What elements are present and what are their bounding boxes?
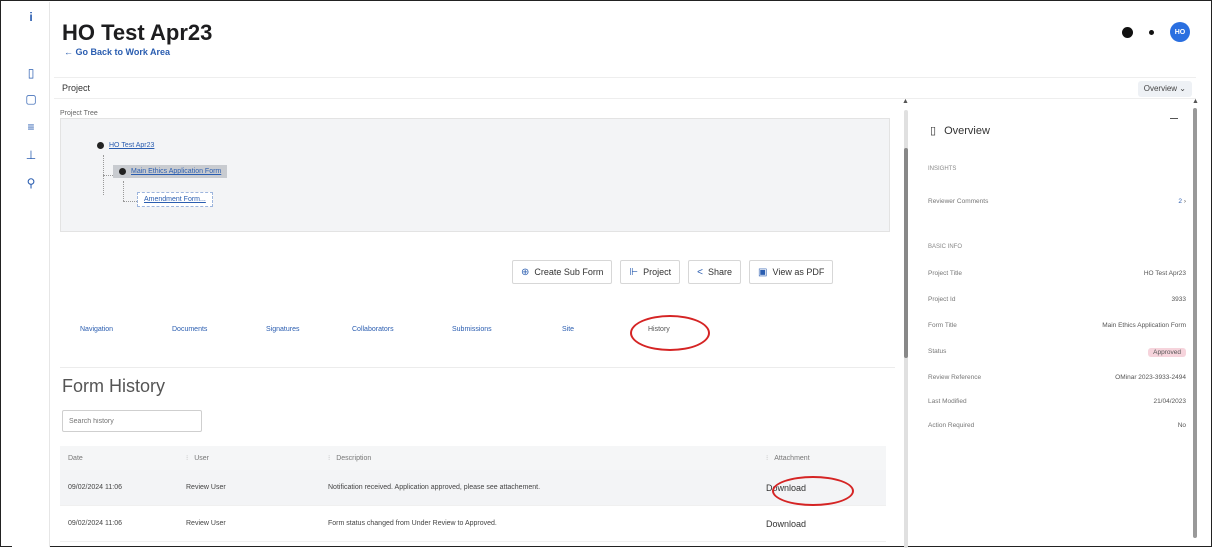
document-icon: ▯ (930, 125, 937, 137)
row-date: 09/02/2024 11:06 (68, 520, 122, 527)
table-header: Date ⁝ User ⁝ Description ⁝ Attachment (60, 446, 886, 470)
project-button[interactable]: ⊩ Project (620, 260, 681, 284)
column-user[interactable]: ⁝ User (172, 454, 314, 462)
tab-submissions[interactable]: Submissions (452, 326, 492, 333)
status-badge: Approved (1148, 348, 1186, 357)
tab-documents[interactable]: Documents (172, 326, 207, 333)
last-modified-row: Last Modified 21/04/2023 (928, 398, 1186, 405)
column-separator: ⁝ (328, 455, 331, 462)
project-title-row: Project Title HO Test Apr23 (928, 270, 1186, 277)
panel-scroll-up-arrow-icon[interactable]: ▲ (1192, 98, 1199, 105)
plus-circle-icon: ⊕ (521, 266, 530, 278)
pdf-icon: ▣ (758, 266, 768, 278)
table-row: 09/02/2024 11:06 Review User Notificatio… (60, 470, 886, 506)
row-user: Review User (186, 484, 226, 491)
row-description: Form status changed from Under Review to… (328, 520, 497, 527)
insights-label: INSIGHTS (928, 166, 957, 172)
tree-node-project[interactable]: HO Test Apr23 (97, 142, 154, 149)
hierarchy-icon: ⊩ (629, 266, 639, 278)
help-icon[interactable] (1122, 26, 1133, 38)
row-date: 09/02/2024 11:06 (68, 484, 122, 491)
main-scrollbar-thumb[interactable] (904, 148, 908, 358)
tab-project[interactable]: Project (62, 83, 90, 93)
create-sub-form-button[interactable]: ⊕ Create Sub Form (512, 260, 613, 284)
status-row: Status Approved (928, 348, 1186, 357)
highlight-oval-download (772, 476, 854, 506)
avatar[interactable]: HO (1170, 22, 1190, 42)
tab-navigation[interactable]: Navigation (80, 326, 113, 333)
project-tree-label: Project Tree (60, 110, 98, 117)
chart-icon[interactable]: ⊥ (24, 148, 38, 162)
reviewer-comments-row[interactable]: Reviewer Comments 2 › (928, 198, 1186, 205)
tab-signatures[interactable]: Signatures (266, 326, 299, 333)
left-sidebar: i ▯ ▢ ≡ ⊥ ⚲ (12, 2, 50, 547)
project-bar: Project Overview ⌄ (54, 77, 1196, 99)
column-attachment[interactable]: ⁝ Attachment (744, 454, 886, 462)
download-button[interactable]: Download (766, 519, 806, 529)
form-history-title: Form History (62, 376, 165, 396)
tree-node-amendment-form[interactable]: Amendment Form... (137, 192, 213, 207)
top-icons: HO (1122, 22, 1190, 42)
tab-collaborators[interactable]: Collaborators (352, 326, 394, 333)
row-user: Review User (186, 520, 226, 527)
overview-panel: ▯ Overview INSIGHTS Reviewer Comments 2 ›… (918, 100, 1188, 547)
minimize-icon[interactable] (1170, 118, 1178, 119)
project-id-row: Project Id 3933 (928, 296, 1186, 303)
node-bullet-icon (119, 168, 126, 175)
tree-connector (123, 201, 137, 202)
clipboard-icon[interactable]: ▢ (24, 92, 38, 106)
reviewer-comments-count: 2 (1178, 198, 1183, 205)
tree-connector (123, 181, 124, 201)
panel-scrollbar-thumb[interactable] (1193, 108, 1197, 538)
info-icon[interactable]: i (24, 10, 38, 24)
row-description: Notification received. Application appro… (328, 484, 541, 491)
notification-icon[interactable] (1149, 29, 1154, 35)
column-date[interactable]: Date (60, 455, 172, 462)
action-required-row: Action Required No (928, 422, 1186, 429)
link-icon[interactable]: ⚲ (24, 176, 38, 190)
chevron-right-icon: › (1183, 198, 1186, 205)
form-title-row: Form Title Main Ethics Application Form (928, 322, 1186, 329)
basic-info-label: BASIC INFO (928, 244, 963, 250)
view-as-pdf-button[interactable]: ▣ View as PDF (749, 260, 834, 284)
share-button[interactable]: < Share (688, 260, 742, 284)
share-icon: < (697, 266, 703, 278)
node-bullet-icon (97, 142, 104, 149)
project-tree: HO Test Apr23 Main Ethics Application Fo… (60, 118, 890, 232)
column-description[interactable]: ⁝ Description (314, 454, 744, 462)
back-to-work-area-link[interactable]: ← Go Back to Work Area (64, 47, 170, 57)
table-row: 09/02/2024 11:06 Review User Form status… (60, 506, 886, 542)
form-tabs: Navigation Documents Signatures Collabor… (60, 316, 895, 368)
history-search-input[interactable] (62, 410, 202, 432)
column-separator: ⁝ (766, 455, 769, 462)
review-reference-row: Review Reference OMinar 2023-3933-2494 (928, 374, 1186, 381)
history-table: Date ⁝ User ⁝ Description ⁝ Attachment 09/0… (60, 446, 886, 542)
document-icon[interactable]: ▯ (24, 66, 38, 80)
column-separator: ⁝ (186, 455, 189, 462)
list-icon[interactable]: ≡ (24, 120, 38, 134)
overview-dropdown[interactable]: Overview ⌄ (1137, 81, 1192, 97)
page-title: HO Test Apr23 (62, 20, 213, 45)
action-buttons: ⊕ Create Sub Form ⊩ Project < Share ▣ View a… (512, 260, 834, 284)
scroll-up-arrow-icon[interactable]: ▲ (902, 98, 909, 105)
overview-title: ▯ Overview (930, 124, 990, 138)
highlight-oval-history (630, 315, 710, 351)
tab-site[interactable]: Site (562, 326, 574, 333)
tree-node-main-form[interactable]: Main Ethics Application Form (113, 165, 228, 178)
row-attachment: Download (744, 519, 886, 529)
